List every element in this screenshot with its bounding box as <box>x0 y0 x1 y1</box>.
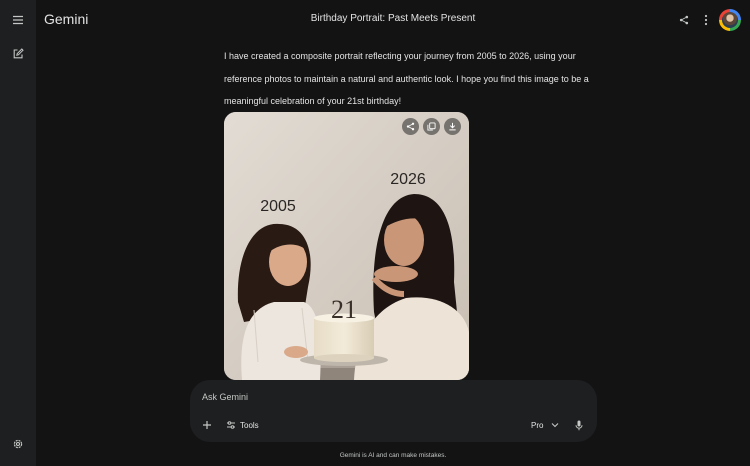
mic-icon <box>575 420 583 430</box>
share-icon <box>679 15 689 25</box>
prompt-input[interactable]: Ask Gemini <box>202 392 248 402</box>
year-label-2026: 2026 <box>390 171 426 188</box>
share-button[interactable] <box>675 11 693 29</box>
more-vert-icon <box>704 14 708 26</box>
response-text: I have created a composite portrait refl… <box>224 51 589 106</box>
tools-button[interactable]: Tools <box>226 418 259 432</box>
download-icon <box>449 122 456 131</box>
side-rail <box>0 0 36 466</box>
tools-label: Tools <box>240 420 259 430</box>
copy-icon <box>427 122 436 131</box>
avatar[interactable] <box>719 9 741 31</box>
model-selector[interactable]: Pro <box>531 418 559 432</box>
image-copy-button[interactable] <box>423 118 440 135</box>
prompt-composer: Ask Gemini Tools Pro <box>190 380 597 442</box>
add-attachment-button[interactable] <box>200 418 214 432</box>
microphone-button[interactable] <box>572 418 586 432</box>
tune-icon <box>227 421 235 429</box>
more-options-button[interactable] <box>697 11 715 29</box>
top-bar: Gemini Birthday Portrait: Past Meets Pre… <box>36 0 750 40</box>
edit-icon <box>13 48 24 59</box>
model-label: Pro <box>531 420 544 430</box>
image-download-button[interactable] <box>444 118 461 135</box>
plus-icon <box>203 421 211 429</box>
chat-title: Birthday Portrait: Past Meets Present <box>310 13 476 24</box>
menu-icon[interactable] <box>8 10 28 30</box>
cake-number: 21 <box>331 295 357 324</box>
chevron-down-icon <box>552 423 559 428</box>
disclaimer: Gemini is AI and can make mistakes. <box>339 452 447 459</box>
gear-icon <box>13 439 23 449</box>
year-label-2005: 2005 <box>260 198 296 215</box>
generated-image[interactable]: 2005 2026 21 <box>224 112 469 380</box>
image-share-button[interactable] <box>402 118 419 135</box>
settings-button[interactable] <box>8 434 28 454</box>
share-icon <box>406 122 415 131</box>
new-chat-button[interactable] <box>8 44 28 64</box>
